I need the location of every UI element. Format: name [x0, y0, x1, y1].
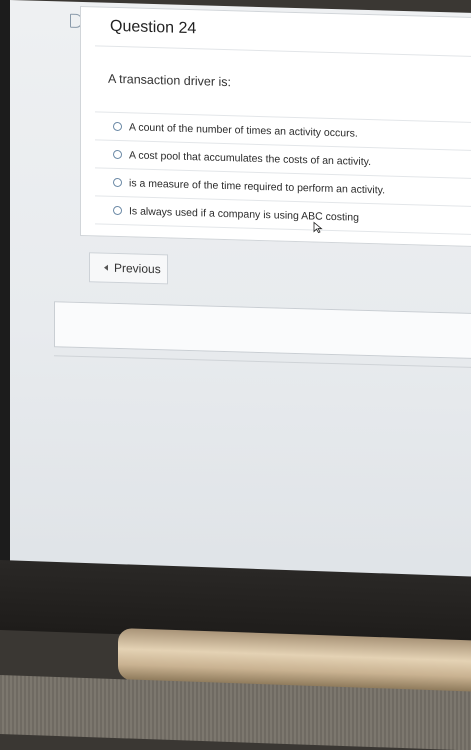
previous-button[interactable]: Previous	[89, 252, 168, 285]
empty-panel	[54, 301, 471, 360]
radio-button-icon[interactable]	[113, 149, 122, 160]
chevron-left-icon	[104, 264, 108, 271]
previous-button-label: Previous	[114, 260, 161, 277]
answer-option-label: is a measure of the time required to per…	[129, 176, 385, 196]
question-prompt: A transaction driver is:	[108, 71, 231, 90]
answer-option-label: Is always used if a company is using ABC…	[129, 204, 359, 224]
answer-option-label: A cost pool that accumulates the costs o…	[129, 148, 372, 168]
mouse-pointer-icon	[313, 221, 323, 234]
radio-button-icon[interactable]	[113, 177, 122, 188]
radio-button-icon[interactable]	[113, 121, 122, 132]
question-title: Question 24	[110, 17, 197, 38]
question-panel: Question 24 A transaction driver is: A c…	[80, 5, 471, 248]
answer-options: A count of the number of times an activi…	[95, 111, 471, 236]
radio-button-icon[interactable]	[113, 205, 122, 216]
answer-option-label: A count of the number of times an activi…	[129, 120, 358, 140]
quiz-screen: Question 24 A transaction driver is: A c…	[10, 0, 471, 598]
question-header: Question 24	[95, 7, 471, 58]
